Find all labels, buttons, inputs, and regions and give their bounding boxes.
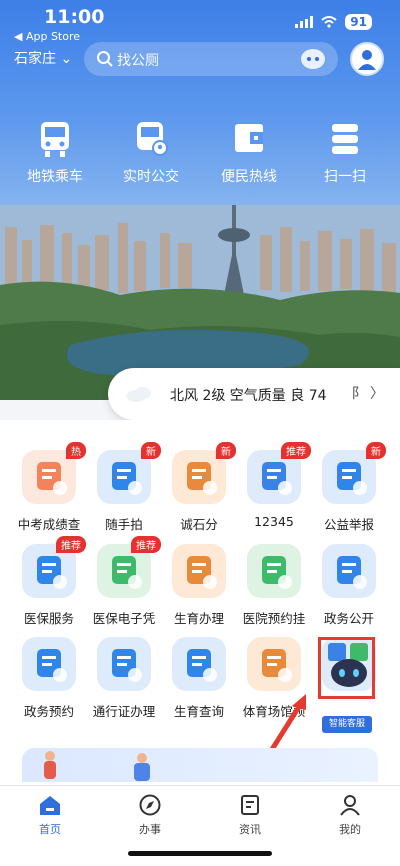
tab-home[interactable]: 首页 xyxy=(10,794,90,837)
city-selector[interactable]: 石家庄 ⌄ xyxy=(14,48,72,68)
quick-action-bus[interactable]: 实时公交 xyxy=(106,120,196,186)
service-item[interactable]: 新诚石分 xyxy=(162,442,236,533)
service-item[interactable]: 政务预约 xyxy=(12,637,86,720)
wallet-icon xyxy=(235,124,263,152)
service-badge: 新 xyxy=(141,442,161,459)
service-icon xyxy=(322,544,376,598)
home-icon xyxy=(40,796,60,815)
battery-indicator: 91 xyxy=(345,14,372,30)
service-item[interactable]: 推荐医保电子凭 xyxy=(87,536,161,627)
search-icon xyxy=(97,51,113,67)
smart-service-label[interactable]: 智能客服 xyxy=(322,716,372,733)
tab-profile[interactable]: 我的 xyxy=(310,794,390,837)
weather-info-bar[interactable]: 北风 2级 空气质量 良 74 阝 〉 xyxy=(108,368,400,420)
service-badge: 新 xyxy=(366,442,386,459)
service-icon xyxy=(97,637,151,691)
service-label: 随手拍 xyxy=(105,517,143,532)
promo-banner[interactable] xyxy=(22,748,378,782)
status-bar: 11:00 ◀ App Store 91 xyxy=(0,0,400,43)
service-icon: 新 xyxy=(322,442,386,504)
back-to-app-store-link[interactable]: ◀ App Store xyxy=(14,30,80,43)
service-icon xyxy=(247,637,301,691)
city-name: 石家庄 xyxy=(14,51,56,67)
search-bar[interactable]: 找公厕 xyxy=(84,42,338,76)
bus-icon xyxy=(41,122,69,157)
service-item[interactable]: 政务公开 xyxy=(312,544,386,627)
service-label: 中考成绩查 xyxy=(17,517,81,532)
service-icon: 新 xyxy=(97,442,161,504)
tab-services[interactable]: 办事 xyxy=(110,794,190,837)
service-label: 医保服务 xyxy=(23,611,74,626)
voice-assistant-icon[interactable] xyxy=(300,47,326,71)
quick-action-scan[interactable]: 扫一扫 xyxy=(300,120,390,186)
signal-icon xyxy=(295,16,314,28)
home-indicator xyxy=(128,851,272,856)
service-item[interactable]: 热中考成绩查 xyxy=(12,442,86,533)
service-badge: 推荐 xyxy=(56,536,86,553)
service-label: 诚石分 xyxy=(180,517,218,532)
weather-more-link[interactable]: 阝 〉 xyxy=(352,383,384,403)
news-icon xyxy=(241,795,259,815)
service-item[interactable]: 生育查询 xyxy=(162,637,236,720)
service-icon: 推荐 xyxy=(97,536,161,598)
tab-news[interactable]: 资讯 xyxy=(210,794,290,837)
compass-icon xyxy=(139,794,161,816)
tab-label: 我的 xyxy=(339,823,361,836)
quick-action-label: 扫一扫 xyxy=(324,169,366,185)
tab-label: 资讯 xyxy=(239,823,261,836)
tab-label: 办事 xyxy=(139,823,161,836)
service-label: 生育查询 xyxy=(173,704,224,719)
scan-icon xyxy=(332,124,358,154)
quick-action-hotline[interactable]: 便民热线 xyxy=(204,120,294,186)
service-icon xyxy=(247,544,301,598)
service-icon: 热 xyxy=(22,442,86,504)
quick-action-label: 实时公交 xyxy=(123,169,179,185)
cloud-icon xyxy=(126,387,151,402)
service-label: 医保电子凭 xyxy=(92,611,156,626)
service-icon: 推荐 xyxy=(247,442,311,504)
user-icon xyxy=(340,795,360,816)
service-label: 通行证办理 xyxy=(92,704,156,719)
service-label: 公益举报 xyxy=(323,517,374,532)
service-item[interactable]: 推荐 12345 xyxy=(237,442,311,529)
user-icon xyxy=(358,50,376,70)
quick-action-label: 便民热线 xyxy=(221,169,277,185)
service-label: 生育办理 xyxy=(173,611,224,626)
service-item[interactable]: 推荐医保服务 xyxy=(12,536,86,627)
service-badge: 推荐 xyxy=(131,536,161,553)
service-item[interactable]: 新公益举报 xyxy=(312,442,386,533)
service-label: 政务公开 xyxy=(323,611,374,626)
weather-text: 北风 2级 空气质量 良 74 xyxy=(170,388,327,404)
service-label: 政务预约 xyxy=(23,704,74,719)
service-icon: 推荐 xyxy=(22,536,86,598)
desk-illustration xyxy=(134,753,150,781)
quick-action-label: 地铁乘车 xyxy=(27,169,83,185)
service-icon xyxy=(172,637,226,691)
service-item[interactable]: 通行证办理 xyxy=(87,637,161,720)
tab-label: 首页 xyxy=(39,823,61,836)
bus-location-icon xyxy=(137,122,168,156)
status-time: 11:00 xyxy=(44,6,105,28)
service-label: 12345 xyxy=(254,514,294,529)
search-placeholder: 找公厕 xyxy=(117,53,159,69)
service-badge: 热 xyxy=(66,442,86,459)
service-icon xyxy=(22,637,76,691)
user-avatar-button[interactable] xyxy=(350,42,384,76)
service-icon: 新 xyxy=(172,442,236,504)
service-label: 医院预约挂 xyxy=(242,611,306,626)
service-item[interactable]: 体育场馆预 xyxy=(237,637,311,720)
people-illustration xyxy=(44,751,56,779)
status-icons: 91 xyxy=(295,14,372,30)
service-item[interactable]: 新随手拍 xyxy=(87,442,161,533)
service-item[interactable]: 医院预约挂 xyxy=(237,544,311,627)
quick-action-metro[interactable]: 地铁乘车 xyxy=(10,120,100,186)
service-icon xyxy=(172,544,226,598)
chevron-down-icon: ⌄ xyxy=(60,51,73,67)
service-label: 体育场馆预 xyxy=(242,704,306,719)
wifi-icon xyxy=(321,16,337,28)
service-item[interactable]: 生育办理 xyxy=(162,544,236,627)
service-badge: 推荐 xyxy=(281,442,311,459)
highlight-box xyxy=(318,637,375,699)
service-badge: 新 xyxy=(216,442,236,459)
